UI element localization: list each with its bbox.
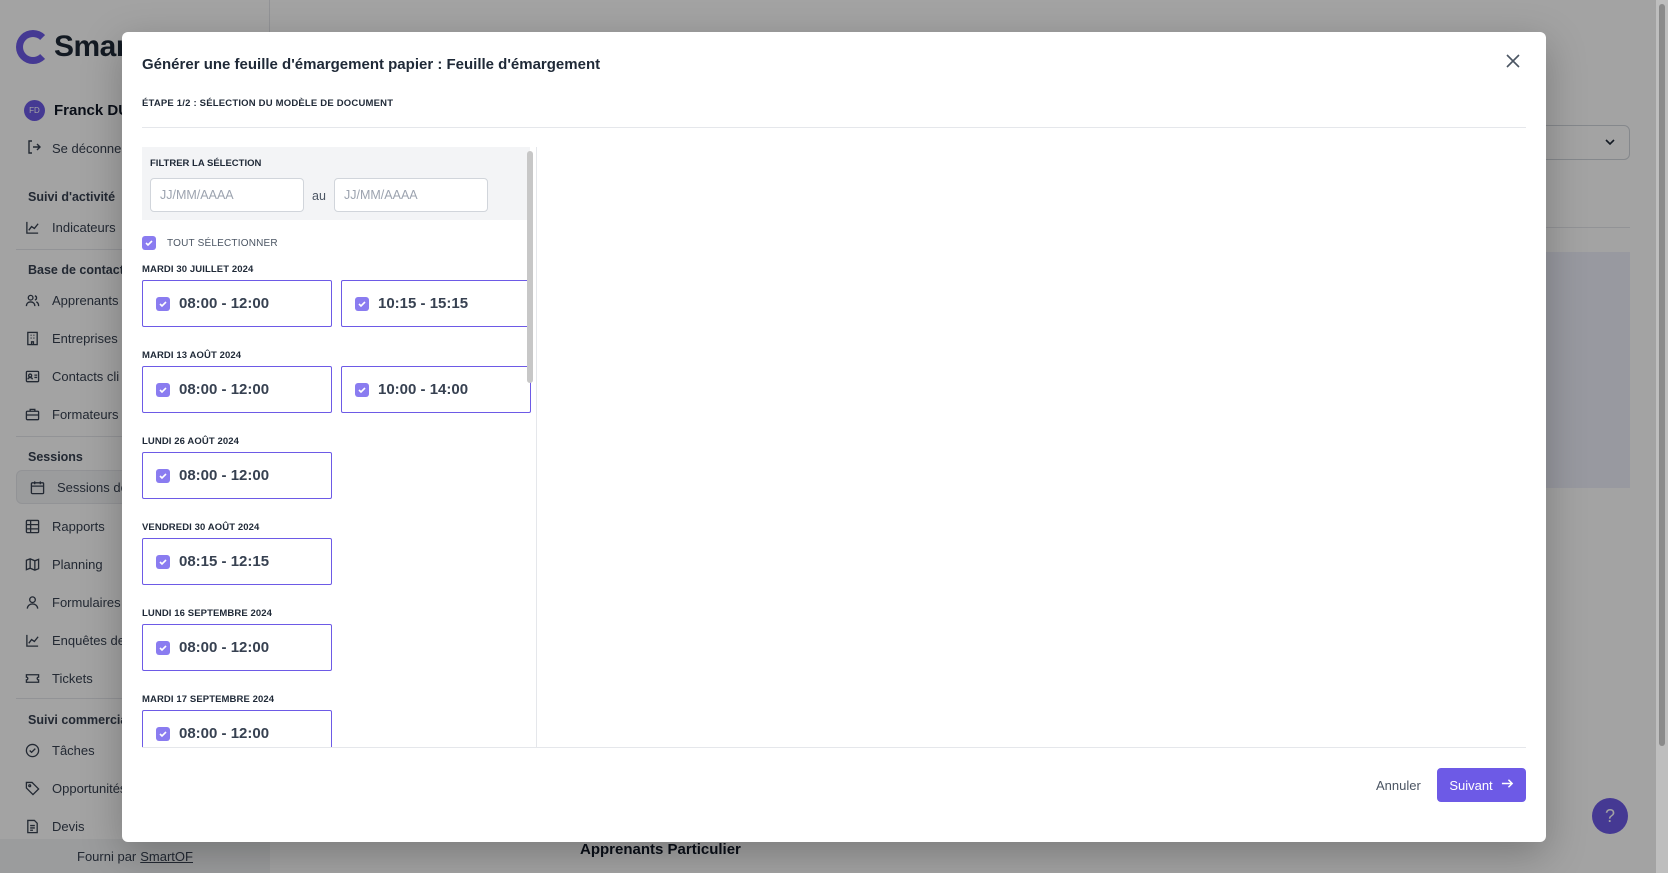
time-slot[interactable]: 08:15 - 12:15 xyxy=(142,538,332,585)
time-slot[interactable]: 08:00 - 12:00 xyxy=(142,624,332,671)
modal-title: Générer une feuille d'émargement papier … xyxy=(142,56,601,73)
session-selection-panel: Filtrer la sélection au Tout sélectionne… xyxy=(142,147,537,747)
page-scrollbar-thumb[interactable] xyxy=(1659,4,1665,746)
day-label: Lundi 26 août 2024 xyxy=(142,436,240,447)
time-slot[interactable]: 08:00 - 12:00 xyxy=(142,366,332,413)
checkbox-checked-icon[interactable] xyxy=(355,296,369,311)
selection-scrollbar-thumb[interactable] xyxy=(527,151,533,383)
day-label: Mardi 30 juillet 2024 xyxy=(142,264,254,275)
close-button[interactable] xyxy=(1504,53,1522,73)
select-all-label: Tout sélectionner xyxy=(167,237,278,249)
checkbox-checked-icon xyxy=(142,236,156,250)
day-label: Vendredi 30 août 2024 xyxy=(142,522,260,533)
next-button[interactable]: Suivant xyxy=(1437,768,1526,802)
day-label: Mardi 13 août 2024 xyxy=(142,350,242,361)
time-slot-label: 08:00 - 12:00 xyxy=(179,295,270,312)
checkbox-checked-icon[interactable] xyxy=(156,726,170,741)
checkbox-checked-icon[interactable] xyxy=(156,640,170,655)
date-to-input[interactable] xyxy=(334,178,488,212)
date-from-input[interactable] xyxy=(150,178,304,212)
filter-title: Filtrer la sélection xyxy=(150,158,262,169)
checkbox-checked-icon[interactable] xyxy=(355,382,369,397)
time-slot[interactable]: 08:00 - 12:00 xyxy=(142,452,332,499)
time-slot-label: 08:00 - 12:00 xyxy=(179,467,270,484)
time-slot-label: 10:00 - 14:00 xyxy=(378,381,469,398)
checkbox-checked-icon[interactable] xyxy=(156,468,170,483)
checkbox-checked-icon[interactable] xyxy=(156,382,170,397)
close-icon xyxy=(1506,53,1520,73)
date-separator: au xyxy=(312,189,326,203)
sign-sheet-modal: Générer une feuille d'émargement papier … xyxy=(122,32,1546,842)
time-slot-label: 08:00 - 12:00 xyxy=(179,639,270,656)
select-all-checkbox[interactable]: Tout sélectionner xyxy=(142,236,278,250)
selection-scrollbar[interactable] xyxy=(526,147,534,747)
time-slot-label: 08:15 - 12:15 xyxy=(179,553,270,570)
next-button-label: Suivant xyxy=(1449,777,1493,793)
modal-footer-divider xyxy=(142,747,1526,748)
day-label: Lundi 16 septembre 2024 xyxy=(142,608,273,619)
checkbox-checked-icon[interactable] xyxy=(156,554,170,569)
filter-box: Filtrer la sélection au xyxy=(142,147,530,220)
checkbox-checked-icon[interactable] xyxy=(156,296,170,311)
step-label: Étape 1/2 : Sélection du modèle de docum… xyxy=(142,98,394,109)
arrow-right-icon xyxy=(1501,777,1514,793)
time-slot[interactable]: 10:15 - 15:15 xyxy=(341,280,531,327)
time-slot-label: 10:15 - 15:15 xyxy=(378,295,469,312)
time-slot[interactable]: 08:00 - 12:00 xyxy=(142,280,332,327)
day-label: Mardi 17 septembre 2024 xyxy=(142,694,275,705)
page-scrollbar[interactable] xyxy=(1656,0,1668,873)
modal-divider xyxy=(142,127,1526,128)
time-slot[interactable]: 08:00 - 12:00 xyxy=(142,710,332,747)
time-slot-label: 08:00 - 12:00 xyxy=(179,725,270,742)
time-slot-label: 08:00 - 12:00 xyxy=(179,381,270,398)
time-slot[interactable]: 10:00 - 14:00 xyxy=(341,366,531,413)
cancel-button[interactable]: Annuler xyxy=(1366,768,1431,802)
document-preview xyxy=(544,147,1526,747)
